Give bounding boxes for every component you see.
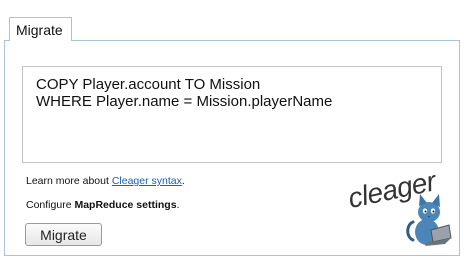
learn-more-text: Learn more about Cleager syntax. — [26, 175, 185, 187]
cat-with-laptop-icon — [405, 192, 453, 253]
mapreduce-settings-label: MapReduce settings — [74, 199, 177, 211]
cleager-syntax-link[interactable]: Cleager syntax — [112, 175, 182, 187]
migrate-button[interactable]: Migrate — [25, 223, 102, 246]
query-editor[interactable]: COPY Player.account TO Mission WHERE Pla… — [22, 66, 442, 163]
tab-label: Migrate — [16, 22, 63, 38]
query-line-2: WHERE Player.name = Mission.playerName — [36, 93, 333, 110]
configure-text: Configure MapReduce settings. — [26, 199, 180, 211]
query-line-1: COPY Player.account TO Mission — [36, 76, 261, 93]
tab-migrate[interactable]: Migrate — [9, 17, 72, 41]
